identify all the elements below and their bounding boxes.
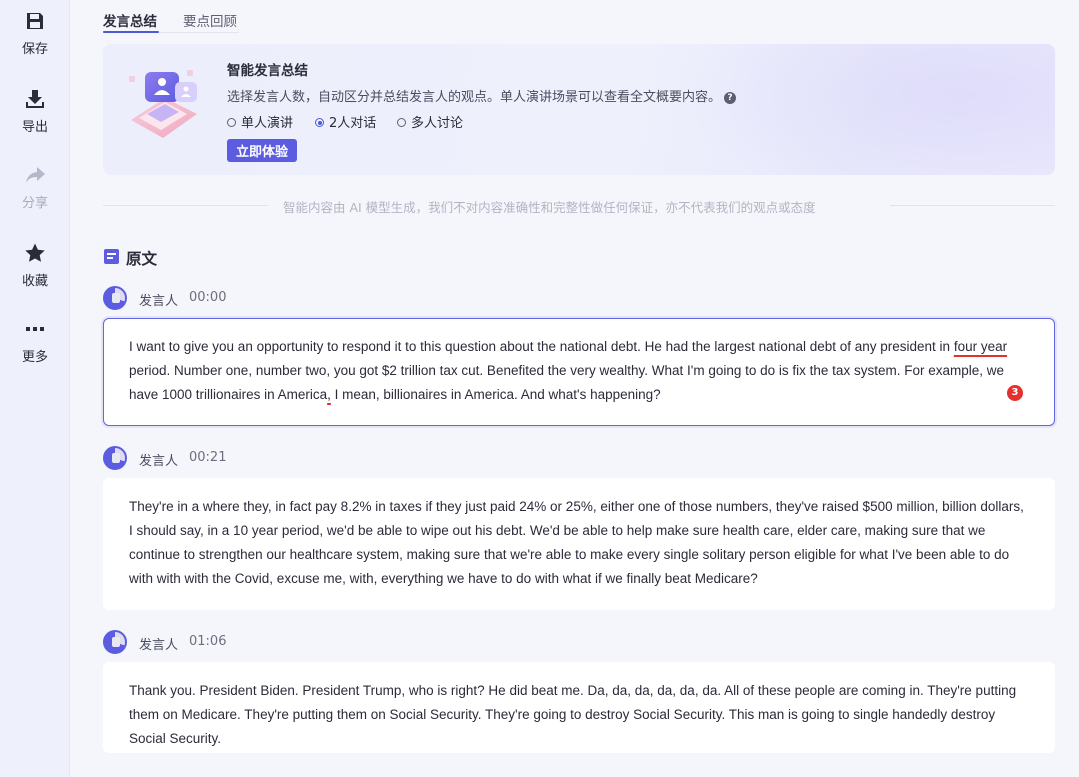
share-icon: [26, 167, 45, 183]
paragraph-text: I want to give you an opportunity to res…: [129, 339, 954, 354]
timestamp[interactable]: 01:06: [189, 634, 226, 649]
option-single-speaker[interactable]: 单人演讲: [227, 112, 293, 131]
radio-icon: [397, 118, 406, 127]
error-count-badge[interactable]: 3: [1007, 385, 1023, 401]
share-button[interactable]: 分享: [0, 164, 70, 211]
download-icon: [26, 90, 44, 108]
smart-summary-card: 智能发言总结 选择发言人数，自动区分并总结发言人的观点。单人演讲场景可以查看全文…: [103, 44, 1055, 175]
save-button[interactable]: 保存: [0, 10, 70, 57]
speaker-name[interactable]: 发言人: [139, 450, 178, 469]
speaker-name[interactable]: 发言人: [139, 290, 178, 309]
export-button[interactable]: 导出: [0, 88, 70, 135]
paragraph-text: They're in a where they, in fact pay 8.2…: [129, 499, 1024, 586]
share-label: 分享: [21, 196, 48, 211]
card-title: 智能发言总结: [227, 63, 308, 79]
more-button[interactable]: 更多: [0, 318, 70, 365]
timestamp[interactable]: 00:21: [189, 450, 226, 465]
sidebar: 保存 导出 分享 收藏 更多: [0, 0, 70, 777]
paragraph-text: I mean, billionaires in America. And wha…: [330, 387, 661, 402]
export-label: 导出: [21, 120, 48, 135]
help-icon[interactable]: ?: [724, 92, 737, 104]
tab-divider: [159, 32, 239, 33]
timestamp[interactable]: 00:00: [189, 290, 226, 305]
section-title: 原文: [126, 250, 158, 268]
card-description-text: 选择发言人数，自动区分并总结发言人的观点。单人演讲场景可以查看全文概要内容。: [227, 90, 722, 105]
radio-icon: [227, 118, 236, 127]
favorite-button[interactable]: 收藏: [0, 242, 70, 289]
speaker-name[interactable]: 发言人: [139, 634, 178, 653]
option-label: 单人演讲: [241, 116, 294, 131]
tab-key-points[interactable]: 要点回顾: [183, 10, 237, 30]
save-label: 保存: [21, 42, 48, 57]
card-description: 选择发言人数，自动区分并总结发言人的观点。单人演讲场景可以查看全文概要内容。?: [227, 86, 737, 105]
paragraph-text: Thank you. President Biden. President Tr…: [129, 683, 1017, 746]
disclaimer-divider-right: [890, 205, 1055, 206]
save-icon: [27, 13, 43, 29]
transcript-icon: [104, 249, 119, 264]
option-label: 2人对话: [329, 116, 377, 131]
card-decoration: [675, 44, 1055, 175]
disclaimer-divider-left: [103, 205, 268, 206]
active-tab-indicator: [103, 31, 159, 33]
more-label: 更多: [21, 350, 48, 365]
speaker-avatar[interactable]: [103, 446, 127, 470]
ai-disclaimer: 智能内容由 AI 模型生成，我们不对内容准确性和完整性做任何保证，亦不代表我们的…: [283, 200, 816, 215]
transcript-paragraph[interactable]: They're in a where they, in fact pay 8.2…: [103, 478, 1055, 610]
speaker-avatar[interactable]: [103, 630, 127, 654]
flagged-word[interactable]: four year: [954, 339, 1007, 354]
transcript-paragraph[interactable]: Thank you. President Biden. President Tr…: [103, 662, 1055, 753]
transcript-paragraph[interactable]: I want to give you an opportunity to res…: [103, 318, 1055, 426]
speaker-avatar[interactable]: [103, 286, 127, 310]
radio-checked-icon: [315, 118, 324, 127]
tab-speech-summary[interactable]: 发言总结: [103, 10, 157, 30]
favorite-label: 收藏: [21, 274, 48, 289]
star-icon: [25, 243, 45, 262]
try-now-button[interactable]: 立即体验: [227, 139, 297, 162]
option-multi-speakers[interactable]: 多人讨论: [397, 112, 463, 131]
more-icon: [26, 327, 44, 331]
option-two-speakers[interactable]: 2人对话: [315, 112, 376, 131]
summary-illustration-icon: [129, 70, 197, 138]
option-label: 多人讨论: [411, 116, 464, 131]
